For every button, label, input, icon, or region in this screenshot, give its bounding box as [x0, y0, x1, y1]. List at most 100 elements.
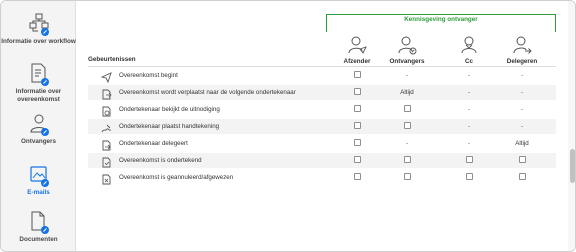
cell-cc: - — [467, 140, 471, 147]
table-row: Ondertekenaar delegeert - - Altijd — [88, 136, 556, 151]
table-row: Overeenkomst begint - - - — [88, 68, 556, 84]
cell-cc[interactable] — [444, 153, 494, 168]
cell-delegate[interactable] — [497, 170, 547, 185]
column-header-cc: Cc — [444, 35, 494, 65]
move-next-icon — [101, 87, 112, 100]
delegate-icon — [512, 35, 532, 57]
checkbox[interactable] — [353, 156, 361, 164]
checkbox[interactable] — [518, 156, 526, 164]
cell-cc: - — [467, 106, 471, 113]
sidebar-item-workflow[interactable]: Informatie over workflow — [1, 13, 76, 46]
table-row: Ondertekenaar bekijkt de uitnodiging - - — [88, 102, 556, 117]
group-title: Kennisgeving ontvanger — [404, 16, 478, 23]
cell-sender[interactable] — [332, 102, 382, 117]
header-divider — [88, 66, 556, 67]
signature-icon — [101, 121, 112, 133]
cell-recipients: Altijd — [400, 89, 414, 96]
cell-sender[interactable] — [332, 119, 382, 134]
sender-icon — [347, 35, 367, 57]
cell-delegate: Altijd — [515, 140, 529, 147]
cell-delegate: - — [520, 123, 524, 130]
recipients-group-icon — [397, 35, 417, 57]
column-header-sender: Afzender — [332, 35, 382, 65]
sidebar-item-label: Documenten — [19, 236, 58, 243]
checkbox[interactable] — [403, 122, 411, 130]
table-row: Ondertekenaar plaatst handtekening - - — [88, 119, 556, 134]
cell-cc: - — [467, 89, 471, 96]
event-label: Ondertekenaar plaatst handtekening — [119, 122, 220, 130]
sidebar-item-emails[interactable]: E-mails — [1, 164, 76, 197]
cell-sender[interactable] — [332, 68, 382, 83]
cc-icon — [459, 35, 479, 57]
checkbox[interactable] — [403, 173, 411, 181]
cell-cc: - — [467, 123, 471, 130]
column-label: Delegeren — [506, 58, 538, 65]
app-frame: Informatie over workflow Informatie over… — [0, 0, 576, 252]
event-label: Overeenkomst wordt verplaatst naar de vo… — [119, 88, 296, 96]
checkbox[interactable] — [465, 156, 473, 164]
sidebar: Informatie over workflow Informatie over… — [1, 1, 76, 251]
signed-doc-icon — [101, 155, 112, 168]
column-label: Afzender — [343, 58, 371, 65]
sidebar-item-agreement-info[interactable]: Informatie over overeenkomst — [1, 63, 76, 103]
cell-cc[interactable] — [444, 170, 494, 185]
checkbox[interactable] — [353, 71, 361, 79]
event-label: Overeenkomst begint — [119, 71, 178, 79]
checkbox[interactable] — [353, 105, 361, 113]
cell-sender[interactable] — [332, 85, 382, 100]
event-label: Ondertekenaar bekijkt de uitnodiging — [119, 105, 220, 113]
event-label: Ondertekenaar delegeert — [119, 139, 188, 147]
sidebar-item-documents[interactable]: Documenten — [1, 211, 76, 244]
sidebar-item-recipients[interactable]: Ontvangers — [1, 113, 76, 146]
sidebar-item-label: E-mails — [27, 189, 50, 196]
sidebar-item-label: Informatie over overeenkomst — [15, 88, 62, 103]
cancelled-doc-icon — [101, 172, 112, 185]
event-label: Overeenkomst is geannuleerd/afgewezen — [119, 173, 234, 181]
email-settings-panel: Kennisgeving ontvanger Afzender Ontvange… — [77, 1, 567, 251]
table-row: Overeenkomst is ondertekend — [88, 153, 556, 168]
column-header-recipients: Ontvangers — [382, 35, 432, 65]
checkbox[interactable] — [403, 105, 411, 113]
checkbox[interactable] — [353, 88, 361, 96]
checkbox[interactable] — [353, 122, 361, 130]
cell-sender[interactable] — [332, 153, 382, 168]
delegates-icon — [101, 138, 112, 151]
checkbox[interactable] — [518, 173, 526, 181]
checkbox[interactable] — [403, 156, 411, 164]
column-label: Ontvangers — [389, 58, 425, 65]
send-icon — [100, 70, 112, 84]
view-invite-icon — [101, 104, 112, 117]
cell-sender[interactable] — [332, 170, 382, 185]
cell-recipients[interactable] — [382, 119, 432, 134]
cell-recipients[interactable] — [382, 153, 432, 168]
scroll-thumb[interactable] — [570, 149, 575, 183]
recipient-notification-group: Kennisgeving ontvanger — [326, 14, 556, 32]
column-header-delegate: Delegeren — [497, 35, 547, 65]
checkbox[interactable] — [353, 173, 361, 181]
cell-cc: - — [467, 72, 471, 79]
documents-icon — [29, 211, 49, 234]
sidebar-item-label: Informatie over workflow — [1, 38, 76, 45]
table-row: Overeenkomst wordt verplaatst naar de vo… — [88, 85, 556, 100]
cell-recipients[interactable] — [382, 102, 432, 117]
sidebar-item-label: Ontvangers — [21, 138, 56, 145]
workflow-icon — [29, 13, 49, 36]
agreement-info-icon — [29, 63, 49, 86]
checkbox[interactable] — [465, 173, 473, 181]
cell-delegate: - — [520, 106, 524, 113]
checkbox[interactable] — [353, 139, 361, 147]
cell-delegate: - — [520, 72, 524, 79]
events-header: Gebeurtenissen — [88, 56, 136, 63]
emails-icon — [29, 164, 49, 187]
cell-delegate: - — [520, 89, 524, 96]
column-label: Cc — [464, 58, 474, 65]
cell-recipients: - — [405, 140, 409, 147]
cell-recipients[interactable] — [382, 170, 432, 185]
event-label: Overeenkomst is ondertekend — [119, 156, 202, 164]
recipients-icon — [29, 113, 49, 136]
cell-delegate[interactable] — [497, 153, 547, 168]
cell-sender[interactable] — [332, 136, 382, 151]
vertical-scrollbar[interactable] — [568, 1, 575, 251]
cell-recipients: - — [405, 72, 409, 79]
table-row: Overeenkomst is geannuleerd/afgewezen — [88, 170, 556, 185]
